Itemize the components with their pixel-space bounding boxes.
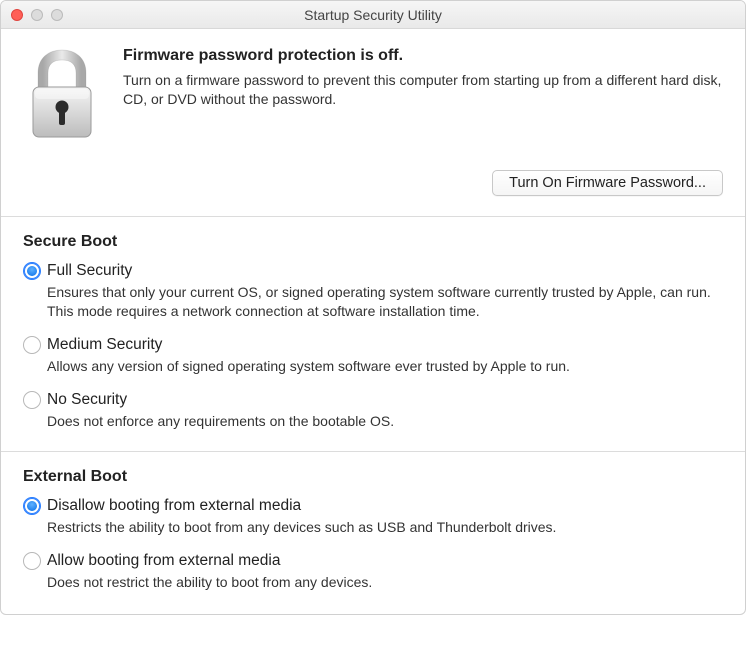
secure-boot-option-medium[interactable]: Medium Security Allows any version of si… bbox=[23, 335, 723, 376]
external-boot-section: External Boot Disallow booting from exte… bbox=[1, 452, 745, 614]
turn-on-firmware-password-button[interactable]: Turn On Firmware Password... bbox=[492, 170, 723, 196]
option-label: Disallow booting from external media bbox=[47, 496, 723, 516]
external-boot-option-disallow[interactable]: Disallow booting from external media Res… bbox=[23, 496, 723, 537]
firmware-password-section: Firmware password protection is off. Tur… bbox=[1, 29, 745, 216]
option-description: Restricts the ability to boot from any d… bbox=[47, 518, 723, 537]
option-description: Allows any version of signed operating s… bbox=[47, 357, 723, 376]
secure-boot-option-none[interactable]: No Security Does not enforce any require… bbox=[23, 390, 723, 431]
external-boot-option-allow[interactable]: Allow booting from external media Does n… bbox=[23, 551, 723, 592]
option-label: Full Security bbox=[47, 261, 723, 281]
lock-icon bbox=[23, 47, 101, 144]
radio-button[interactable] bbox=[23, 391, 41, 409]
radio-button[interactable] bbox=[23, 336, 41, 354]
radio-button[interactable] bbox=[23, 262, 41, 280]
close-button[interactable] bbox=[11, 9, 23, 21]
radio-button[interactable] bbox=[23, 497, 41, 515]
option-label: Medium Security bbox=[47, 335, 723, 355]
secure-boot-section: Secure Boot Full Security Ensures that o… bbox=[1, 217, 745, 451]
titlebar: Startup Security Utility bbox=[1, 1, 745, 29]
window-title: Startup Security Utility bbox=[1, 7, 745, 23]
option-label: Allow booting from external media bbox=[47, 551, 723, 571]
minimize-button[interactable] bbox=[31, 9, 43, 21]
radio-button[interactable] bbox=[23, 552, 41, 570]
option-label: No Security bbox=[47, 390, 723, 410]
option-description: Does not restrict the ability to boot fr… bbox=[47, 573, 723, 592]
zoom-button[interactable] bbox=[51, 9, 63, 21]
firmware-description: Turn on a firmware password to prevent t… bbox=[123, 71, 723, 109]
traffic-lights bbox=[1, 9, 63, 21]
secure-boot-heading: Secure Boot bbox=[23, 233, 723, 251]
option-description: Ensures that only your current OS, or si… bbox=[47, 283, 723, 321]
window: Startup Security Utility bbox=[0, 0, 746, 615]
secure-boot-option-full[interactable]: Full Security Ensures that only your cur… bbox=[23, 261, 723, 321]
external-boot-heading: External Boot bbox=[23, 468, 723, 486]
option-description: Does not enforce any requirements on the… bbox=[47, 412, 723, 431]
firmware-status-heading: Firmware password protection is off. bbox=[123, 47, 723, 65]
